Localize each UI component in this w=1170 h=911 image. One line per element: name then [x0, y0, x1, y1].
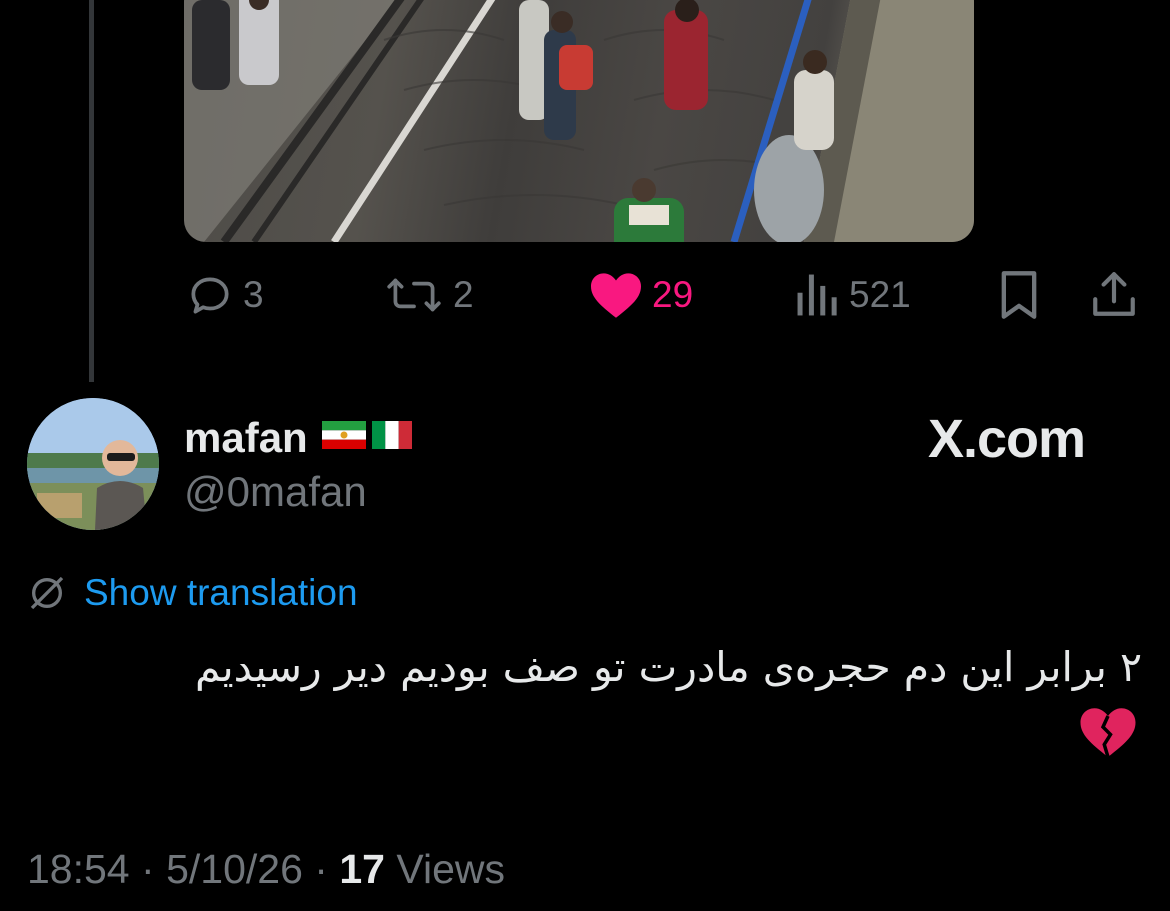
italy-flag-icon	[372, 421, 412, 449]
views-bar-chart-icon	[797, 274, 837, 316]
tweet-view-count: 17	[339, 846, 385, 892]
views-button[interactable]: 521	[795, 264, 911, 326]
like-button[interactable]: 29	[588, 264, 693, 326]
author-handle[interactable]: @0mafan	[184, 468, 367, 516]
views-count: 521	[849, 274, 911, 315]
reply-count: 3	[243, 274, 264, 315]
author-flags	[322, 421, 412, 449]
repost-icon	[387, 278, 441, 312]
tweet-views-label: Views	[396, 846, 505, 892]
bookmark-button[interactable]	[996, 264, 1042, 326]
show-translation-label: Show translation	[84, 572, 358, 613]
broken-heart-icon	[1078, 704, 1138, 765]
show-translation-link[interactable]: Show translation	[27, 568, 358, 618]
tweet-action-bar: 3 2 29 521	[185, 264, 1140, 326]
repost-button[interactable]: 2	[383, 264, 474, 326]
avatar[interactable]	[27, 398, 159, 530]
x-com-watermark: X.com	[928, 409, 1086, 469]
tweet-time[interactable]: 18:54	[27, 846, 130, 892]
street-photo	[184, 0, 974, 242]
tweet-meta: 18:54 · 5/10/26 · 17 Views	[27, 846, 505, 893]
repost-count: 2	[453, 274, 474, 315]
tweet-text: ۲ برابر این دم حجره‌ی مادرت تو صف بودیم …	[194, 643, 1142, 691]
meta-separator: ·	[141, 846, 155, 892]
bookmark-icon	[1001, 271, 1037, 319]
tweet-date[interactable]: 5/10/26	[166, 846, 303, 892]
heart-filled-icon	[591, 273, 641, 318]
reply-button[interactable]: 3	[185, 264, 264, 326]
author-display-name[interactable]: mafan	[184, 414, 308, 462]
iran-lion-sun-flag-icon	[322, 421, 366, 449]
thread-connector-line	[89, 0, 94, 382]
profile-photo	[27, 398, 159, 530]
translate-globe-icon	[30, 576, 64, 610]
tweet-media-image[interactable]	[184, 0, 974, 242]
share-upload-icon	[1093, 272, 1135, 316]
share-button[interactable]	[1089, 264, 1139, 326]
reply-icon	[191, 277, 229, 314]
like-count: 29	[652, 274, 694, 315]
meta-separator: ·	[314, 846, 328, 892]
